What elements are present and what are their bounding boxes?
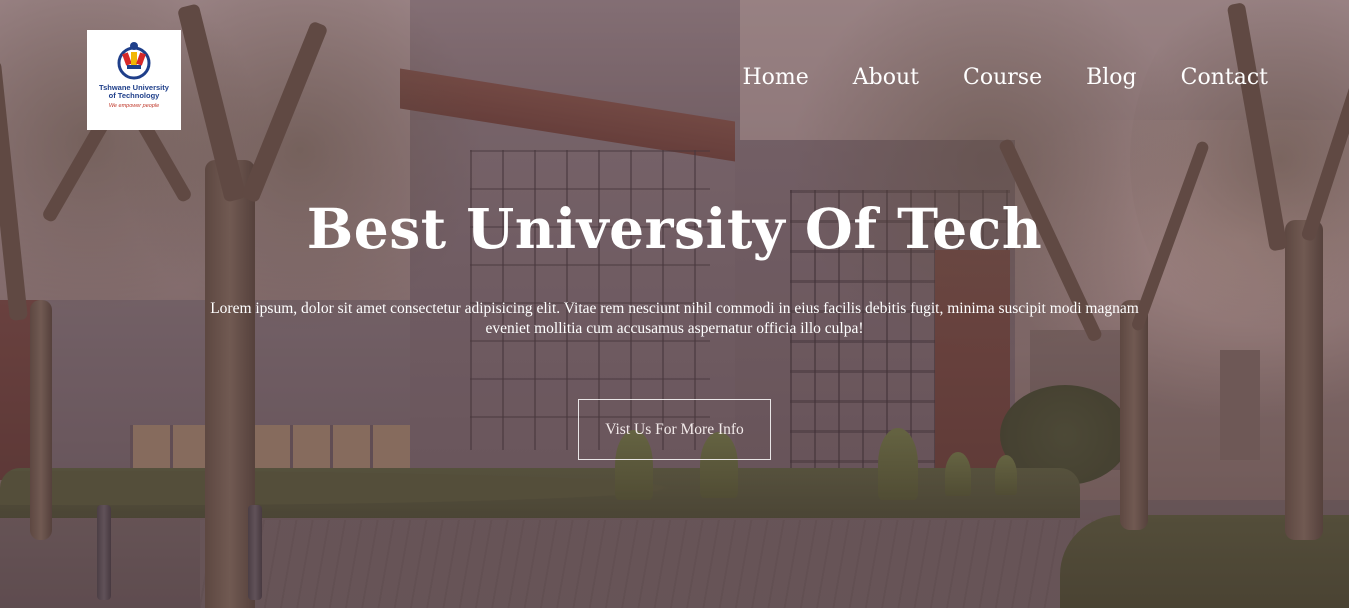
hero-lead-text: Lorem ipsum, dolor sit amet consectetur … [210,300,1139,337]
visit-more-info-button[interactable]: Vist Us For More Info [578,399,771,460]
hero-title: Best University Of Tech [306,196,1043,261]
main-nav: Home About Course Blog Contact [742,63,1268,93]
logo-name-line2: of Technology [108,91,160,100]
nav-link-course[interactable]: Course [963,63,1042,93]
university-logo[interactable]: Tshwane University of Technology We empo… [87,30,181,130]
logo-emblem-icon [117,42,151,80]
hero-section: Tshwane University of Technology We empo… [0,0,1349,608]
nav-link-about[interactable]: About [853,63,919,93]
logo-name: Tshwane University of Technology [99,84,169,100]
nav-link-blog[interactable]: Blog [1086,63,1137,93]
logo-tagline: We empower people [108,103,160,109]
nav-link-home[interactable]: Home [742,63,808,93]
nav-link-contact[interactable]: Contact [1181,63,1268,93]
